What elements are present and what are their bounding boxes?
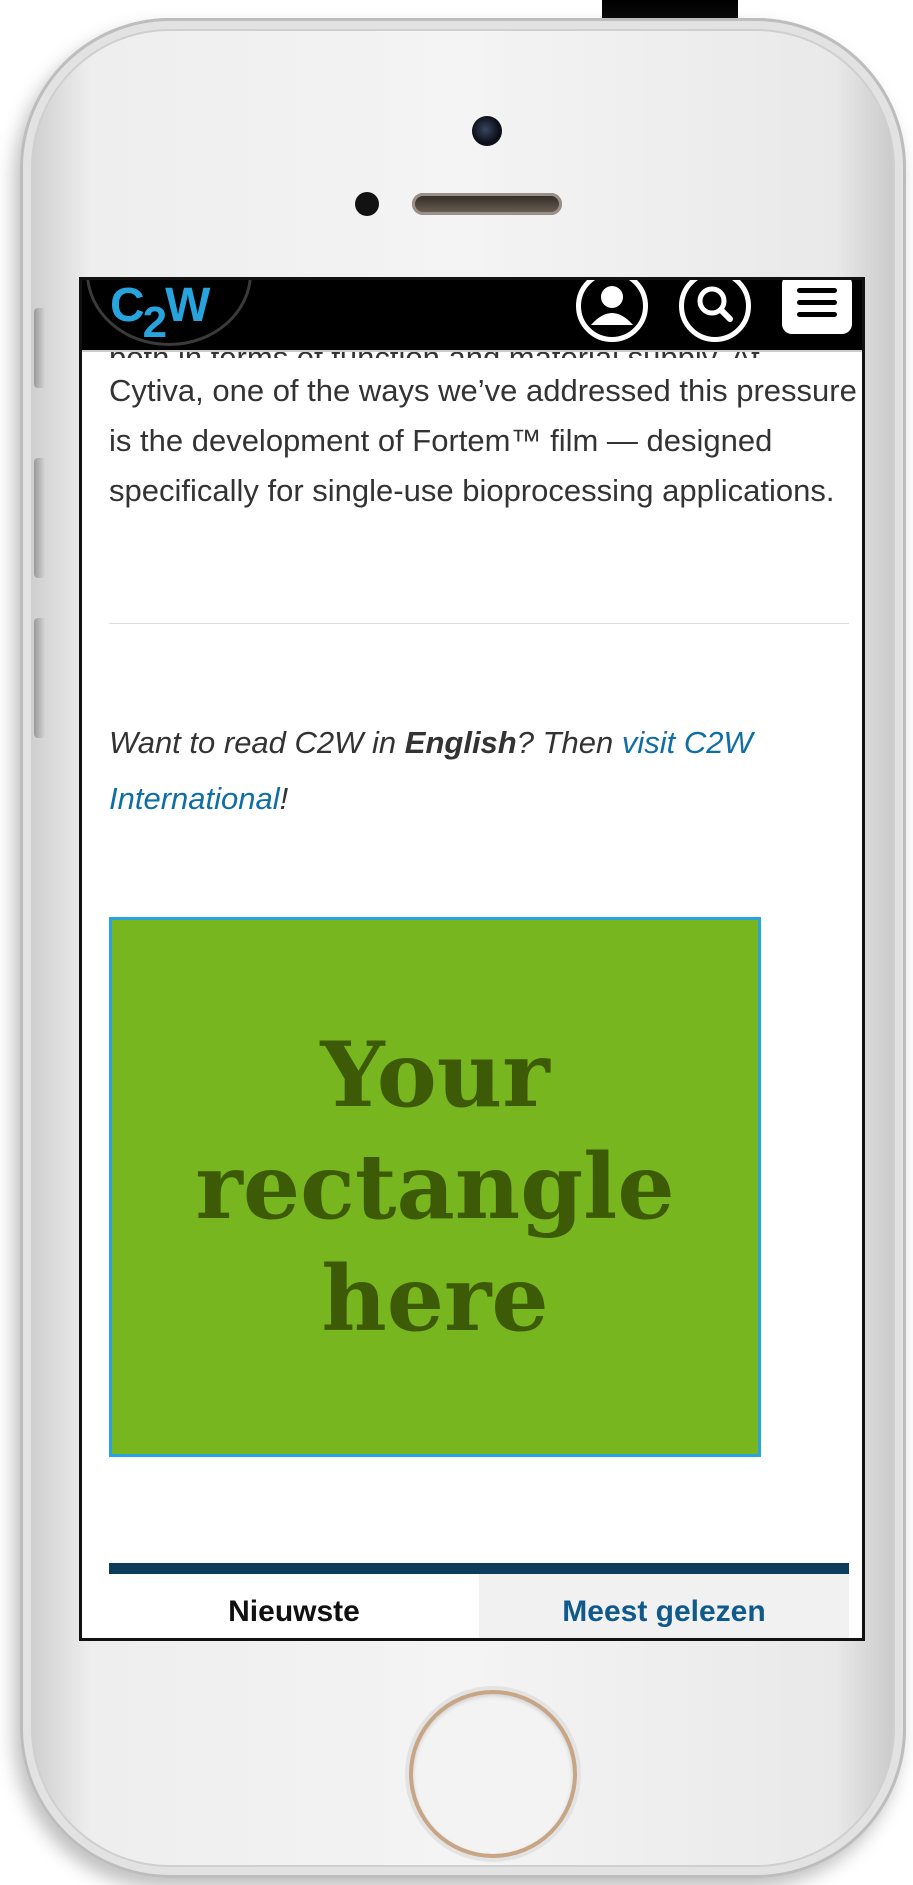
- promo-suffix: !: [279, 781, 289, 816]
- site-header: C2W: [82, 280, 862, 352]
- volume-down-button: [34, 618, 46, 738]
- promo-prefix: Want to read C2W in: [109, 725, 405, 760]
- menu-line: [797, 312, 837, 317]
- english-promo: Want to read C2W in English? Then visit …: [109, 715, 859, 827]
- proximity-sensor: [355, 192, 379, 216]
- volume-up-button: [34, 458, 46, 578]
- tabs-top-bar: [109, 1563, 849, 1574]
- home-button[interactable]: [413, 1694, 573, 1854]
- ad-rectangle[interactable]: Your rectangle here: [109, 917, 761, 1457]
- ad-text: Your rectangle here: [195, 1022, 675, 1352]
- promo-middle: ? Then: [516, 725, 622, 760]
- article-paragraph: Cytiva, one of the ways we’ve addressed …: [109, 373, 857, 508]
- menu-line: [797, 288, 837, 293]
- search-icon[interactable]: [679, 280, 751, 342]
- promo-bold: English: [404, 725, 517, 760]
- menu-line: [797, 300, 837, 305]
- earpiece-speaker: [412, 193, 562, 215]
- tab-newest[interactable]: Nieuwste: [109, 1574, 479, 1638]
- front-camera: [472, 116, 502, 146]
- content-divider: [109, 623, 849, 624]
- hamburger-menu-icon[interactable]: [782, 280, 852, 334]
- user-icon[interactable]: [576, 280, 648, 342]
- phone-screen: both in terms of function and material s…: [82, 280, 862, 1638]
- mute-switch: [34, 308, 46, 388]
- site-logo[interactable]: C2W: [110, 282, 210, 345]
- tab-most-read[interactable]: Meest gelezen: [479, 1574, 849, 1638]
